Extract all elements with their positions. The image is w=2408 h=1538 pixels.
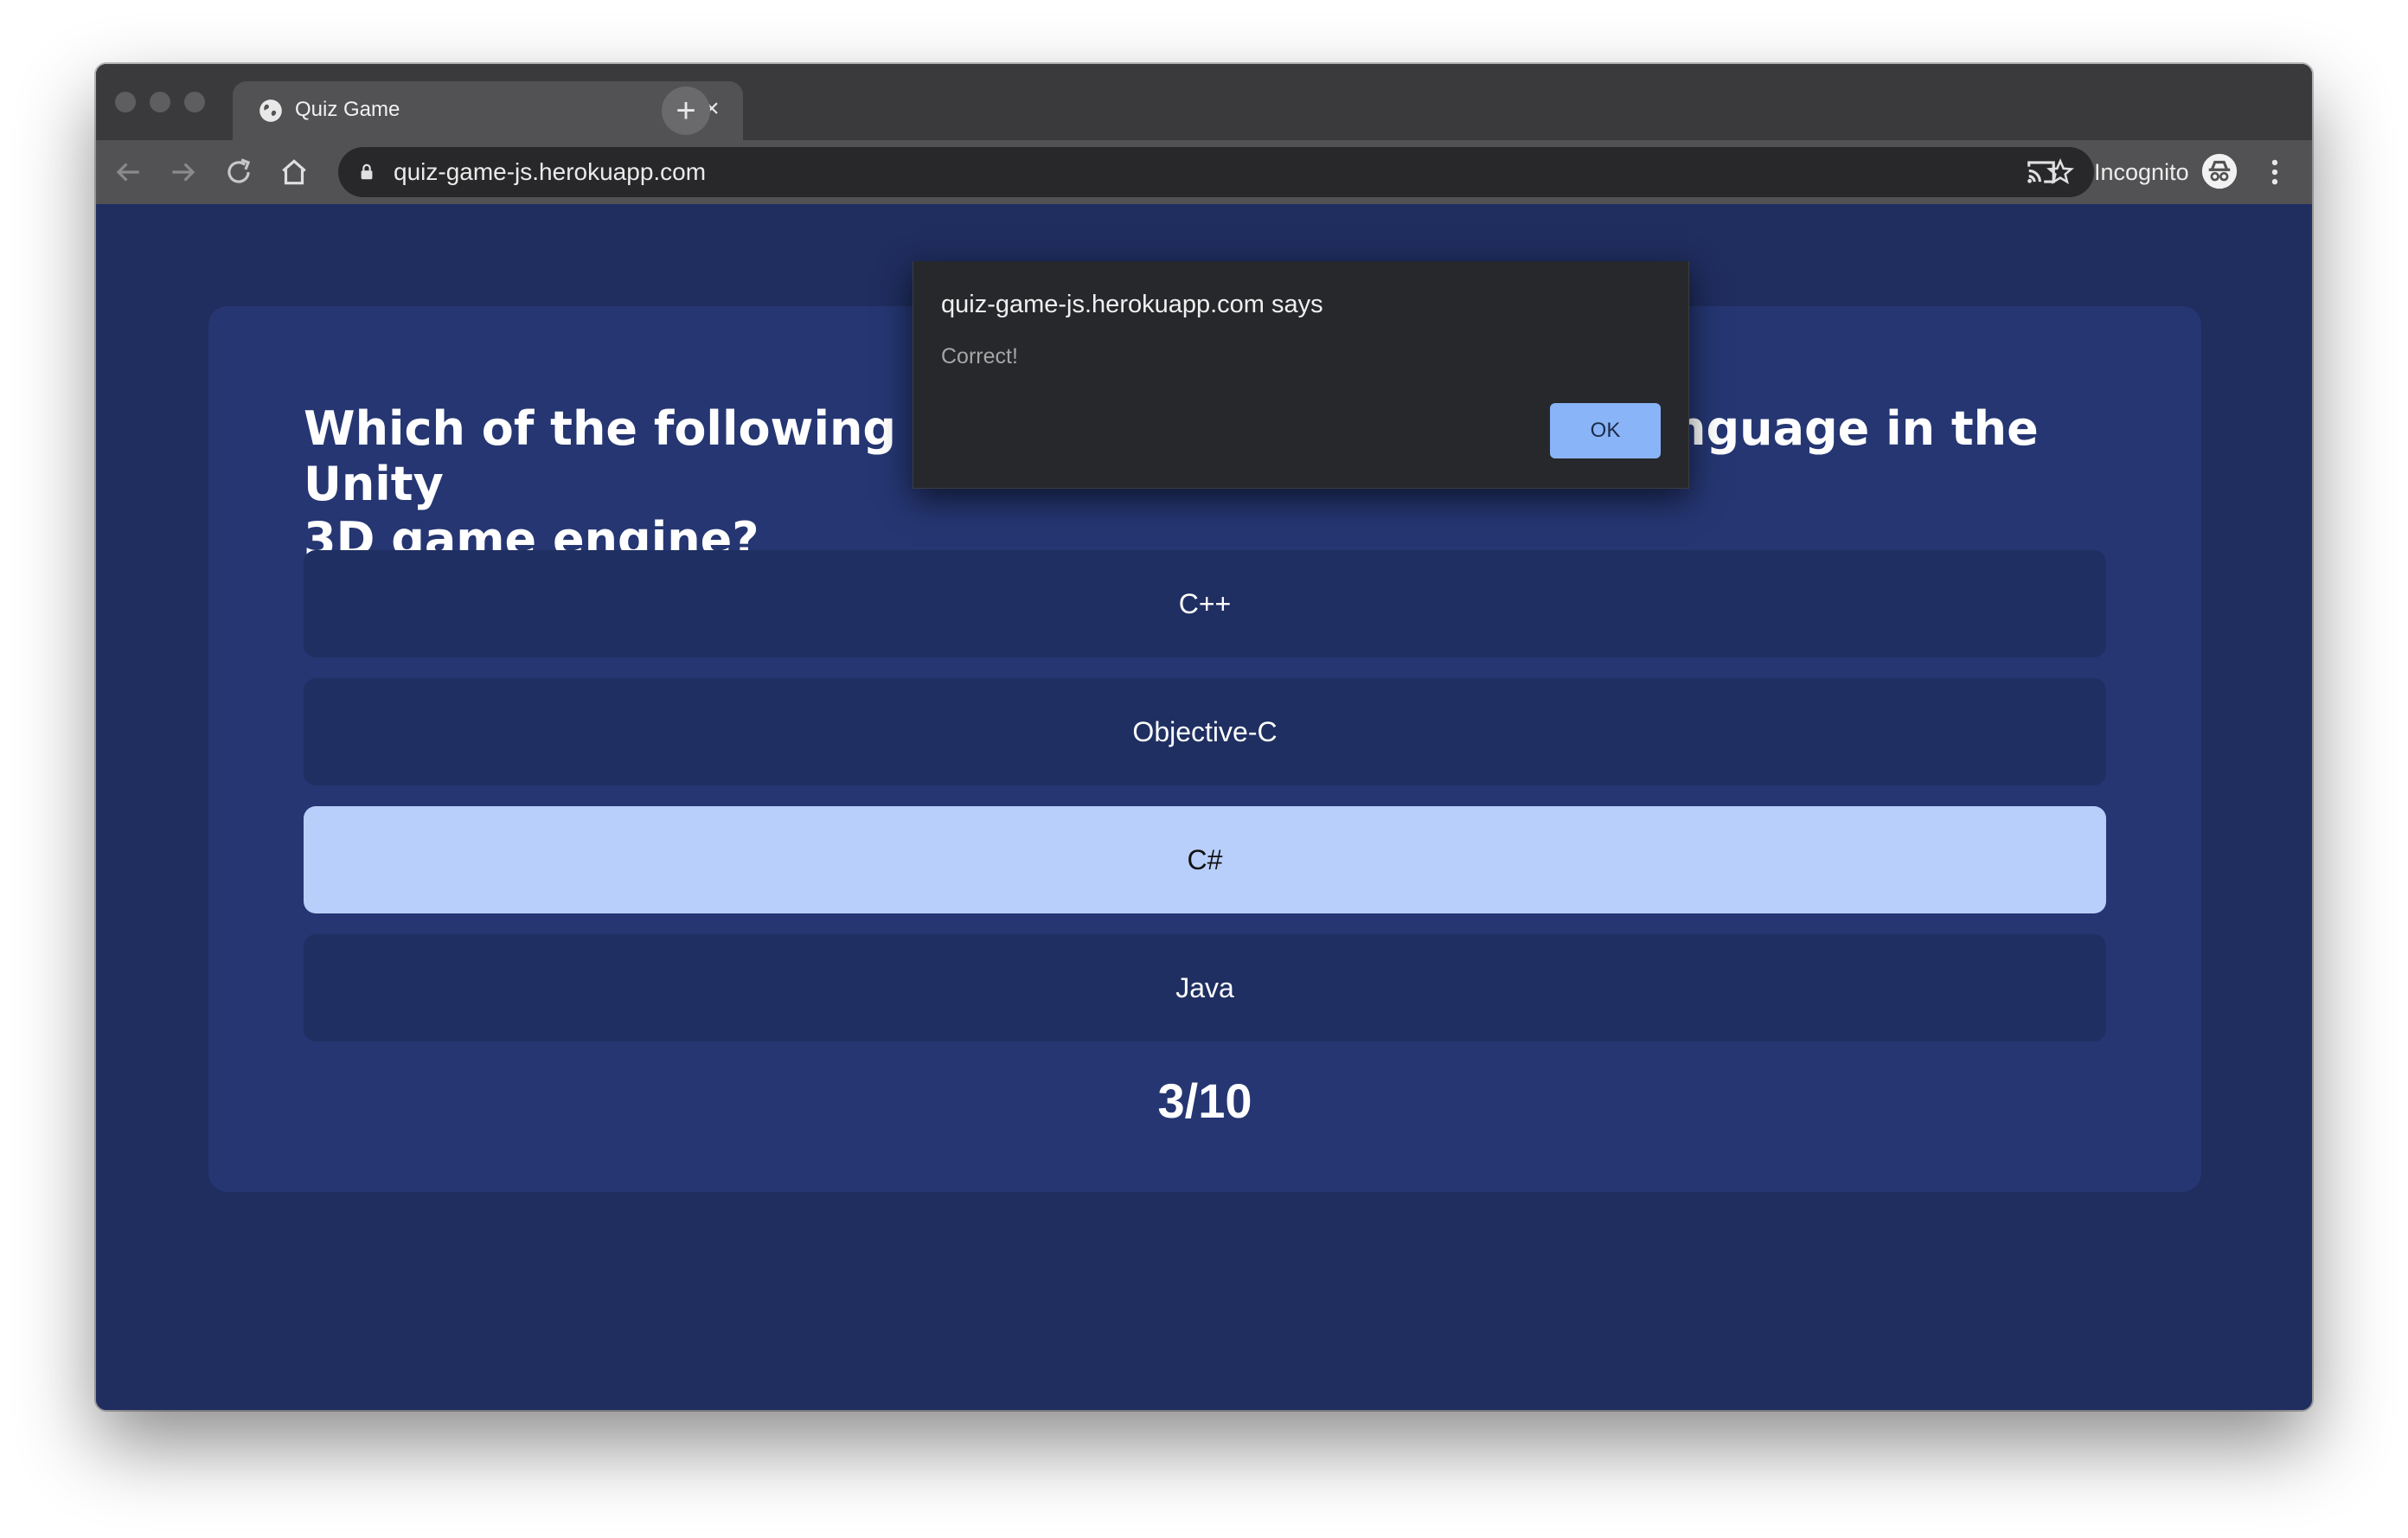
dialog-title: quiz-game-js.herokuapp.com says: [941, 291, 1323, 318]
more-menu-icon[interactable]: [2258, 156, 2291, 189]
url-text: quiz-game-js.herokuapp.com: [394, 158, 707, 185]
forward-arrow-icon[interactable]: [167, 156, 200, 189]
dialog-message: Correct!: [941, 344, 1018, 368]
address-bar[interactable]: quiz-game-js.herokuapp.com: [338, 147, 2094, 197]
back-arrow-icon[interactable]: [112, 156, 144, 189]
incognito-icon[interactable]: [2201, 153, 2238, 189]
score-counter: 3/10: [1157, 1073, 1252, 1128]
new-tab-button[interactable]: +: [662, 87, 710, 135]
reload-icon[interactable]: [222, 156, 255, 189]
lock-icon: [361, 163, 373, 180]
globe-icon: [259, 99, 282, 122]
browser-window: Quiz Game × + quiz-game-js.herokuapp.com: [96, 64, 2312, 1410]
tab-strip: Quiz Game × +: [96, 64, 2312, 140]
question-line1-left: Which of the following: [304, 401, 897, 456]
minimize-window-button[interactable]: [150, 92, 170, 112]
incognito-label[interactable]: Incognito: [2094, 159, 2189, 186]
answer-button-4[interactable]: Java: [304, 934, 2106, 1041]
close-window-button[interactable]: [115, 92, 136, 112]
alert-dialog: quiz-game-js.herokuapp.com says Correct!…: [913, 261, 1689, 489]
browser-toolbar: quiz-game-js.herokuapp.com Incognito: [96, 140, 2312, 204]
maximize-window-button[interactable]: [184, 92, 205, 112]
home-icon[interactable]: [278, 156, 311, 189]
answer-button-3[interactable]: C#: [304, 806, 2106, 913]
answer-button-1[interactable]: C++: [304, 550, 2106, 657]
cast-icon[interactable]: [2025, 156, 2058, 189]
ok-button[interactable]: OK: [1550, 403, 1661, 458]
tab-title: Quiz Game: [295, 98, 400, 121]
answer-button-2[interactable]: Objective-C: [304, 678, 2106, 785]
